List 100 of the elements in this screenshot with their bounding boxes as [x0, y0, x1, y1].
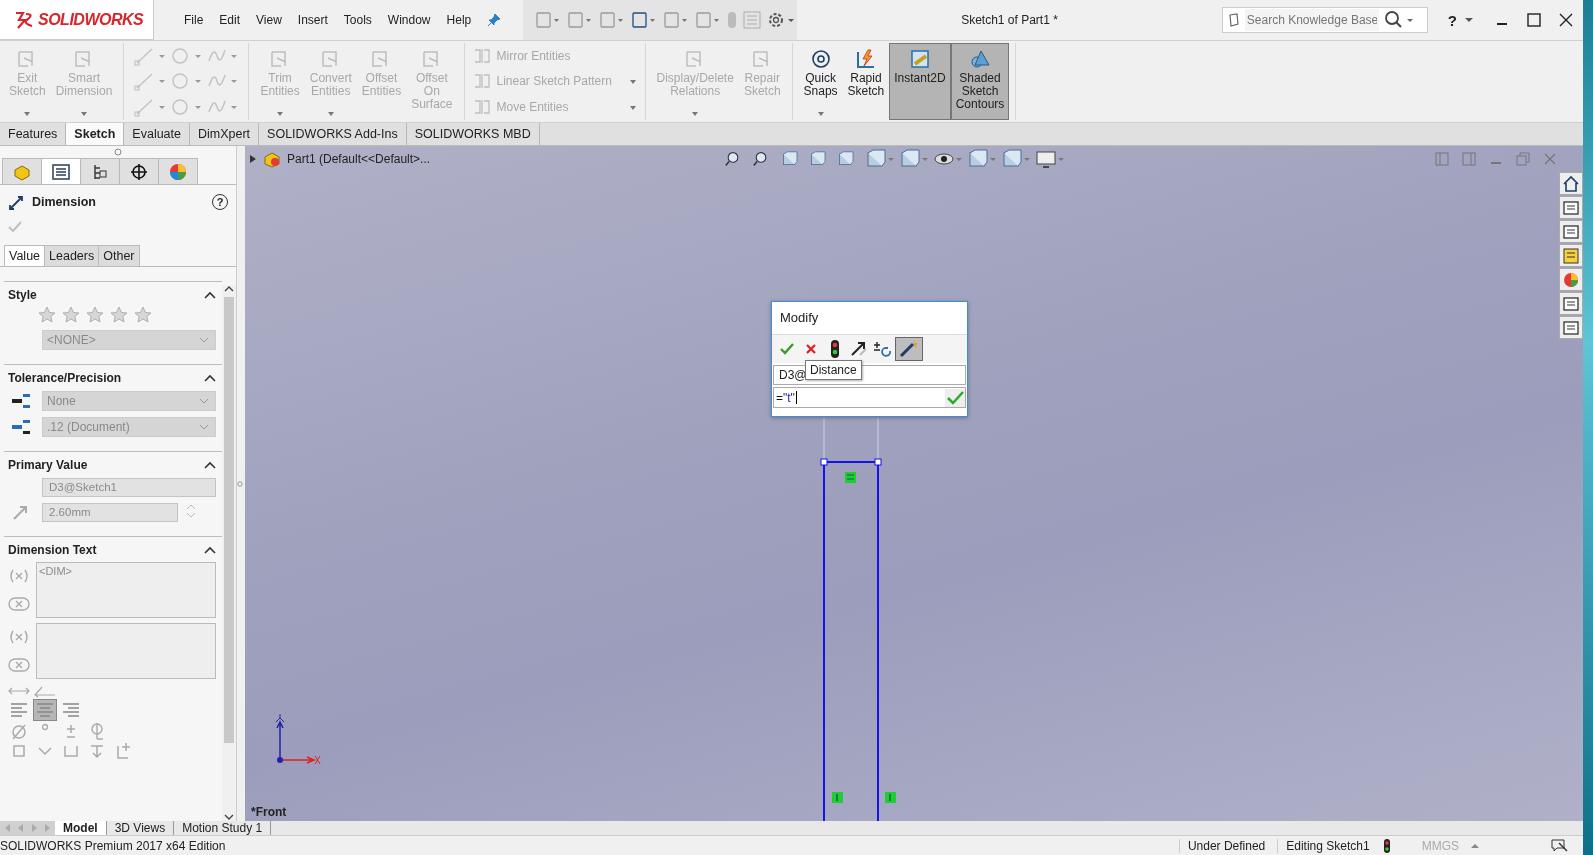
value-input-field[interactable]: ="t" [773, 387, 966, 408]
star-icon[interactable] [62, 306, 82, 324]
scrollbar[interactable] [222, 285, 236, 821]
toolbar-icon[interactable] [599, 11, 626, 29]
toolbar-icon[interactable] [663, 11, 690, 29]
status-text: Under Defined [1178, 838, 1266, 853]
axis-triad-drawing [275, 713, 321, 765]
scroll-thumb[interactable] [224, 297, 234, 743]
caret-icon[interactable] [1465, 17, 1473, 23]
collapse-icon[interactable] [204, 546, 216, 554]
chevron-down-icon [199, 424, 209, 430]
split-view-icon[interactable] [1435, 152, 1449, 166]
manager-tab[interactable] [119, 158, 159, 184]
panel-tab[interactable]: Other [98, 245, 140, 266]
arrow-icon[interactable] [34, 684, 56, 698]
horizontal-relation-icon[interactable] [845, 472, 856, 483]
caret-icon[interactable] [1471, 842, 1479, 849]
star-icon[interactable] [110, 306, 130, 324]
panel-tab[interactable]: Leaders [44, 245, 100, 266]
text-align-icon[interactable] [8, 700, 30, 720]
task-pane-tab[interactable] [1559, 220, 1583, 243]
list-icon [51, 162, 71, 181]
tree-item[interactable]: Part1 (Default<<Default>... [287, 152, 431, 166]
graphics-area[interactable]: Part1 (Default<<Default>... Modify D3@ ="t" Distance *Front [245, 146, 1583, 821]
parenthesis-icon[interactable] [8, 569, 30, 583]
task-pane-icon [1562, 294, 1580, 313]
caret-icon[interactable] [816, 112, 825, 117]
command-tab[interactable]: Sketch [66, 123, 125, 145]
view-label: *Front [251, 805, 287, 819]
text-align-icon[interactable] [60, 700, 82, 720]
basic-box-icon[interactable] [8, 658, 30, 672]
task-pane-icon [1562, 270, 1580, 289]
help-button[interactable]: ? [1447, 11, 1457, 29]
restore-icon[interactable] [1516, 152, 1530, 166]
ribbon-button[interactable]: Rapid Sketch [842, 43, 890, 120]
regenerate-icon[interactable] [872, 339, 894, 359]
menu-item[interactable]: Edit [211, 13, 249, 27]
book-icon [1226, 13, 1241, 27]
tool-icon [908, 48, 931, 70]
section-title: Tolerance/Precision [8, 371, 122, 385]
ribbon-button[interactable]: Quick Snaps [798, 43, 843, 120]
maximize-icon[interactable] [1527, 13, 1541, 27]
vertical-relation-icon[interactable] [885, 792, 896, 803]
chevron-down-icon [199, 337, 209, 343]
sketch-outline[interactable] [820, 458, 882, 821]
vertical-relation-icon[interactable] [832, 792, 843, 803]
traffic-light-icon[interactable] [1381, 838, 1392, 853]
text-align-icon[interactable] [34, 700, 56, 720]
list-icon[interactable] [743, 11, 762, 29]
expand-arrow-icon[interactable] [249, 154, 257, 164]
section-title: Primary Value [8, 458, 88, 472]
grip-icon[interactable] [114, 148, 122, 156]
check-icon[interactable] [945, 388, 965, 407]
tool-icon [809, 48, 832, 70]
task-pane-tab[interactable] [1559, 292, 1583, 315]
tool-icon [472, 73, 491, 90]
task-pane-tab[interactable] [1559, 172, 1583, 195]
app-logo[interactable]: SOLIDWORKS [0, 0, 154, 40]
menu-item[interactable]: View [248, 13, 290, 27]
dimension-icon [8, 193, 26, 211]
scroll-up-icon[interactable] [224, 285, 234, 293]
collapse-icon[interactable] [204, 461, 216, 469]
star-icon[interactable] [134, 306, 154, 324]
search-field[interactable]: Search Knowledge Base [1221, 7, 1428, 33]
split-view-icon[interactable] [1462, 152, 1476, 166]
task-pane-tab[interactable] [1559, 316, 1583, 339]
ribbon-button[interactable]: Shaded Sketch Contours [950, 43, 1010, 120]
parenthesis-icon[interactable] [8, 630, 30, 644]
magic-wand-icon[interactable] [896, 338, 922, 360]
toolbar-icon[interactable] [695, 11, 722, 29]
check-icon[interactable] [8, 221, 22, 233]
star-icon[interactable] [38, 306, 58, 324]
menu-item[interactable]: Insert [289, 13, 336, 27]
color-wheel-icon [168, 162, 188, 181]
toolbar-icon[interactable] [631, 11, 658, 29]
star-icon[interactable] [86, 306, 106, 324]
task-pane-icon [1562, 198, 1580, 217]
ribbon-button[interactable]: Instant2D [889, 43, 951, 120]
menu-item[interactable]: Help [438, 13, 480, 27]
task-pane-tab[interactable] [1559, 196, 1583, 219]
menu-item[interactable]: File [176, 13, 212, 27]
dimension-text-box[interactable] [36, 623, 216, 679]
status-text: Editing Sketch1 [1277, 838, 1370, 853]
basic-box-icon[interactable] [8, 597, 30, 611]
menu-item[interactable]: Window [379, 13, 439, 27]
chevron-down-icon [199, 398, 209, 404]
spin-button[interactable] [186, 503, 196, 519]
menu-item[interactable]: Tools [335, 13, 380, 27]
pin-icon[interactable] [487, 13, 502, 27]
task-pane-icon [1562, 318, 1580, 337]
scroll-down-icon[interactable] [224, 813, 234, 821]
chat-icon[interactable] [1551, 838, 1569, 853]
close-icon[interactable] [1559, 13, 1573, 27]
toolbar-icon[interactable] [535, 11, 562, 29]
collapse-icon[interactable] [204, 374, 216, 382]
model-tab[interactable]: Model [55, 821, 107, 835]
toolbar-icon[interactable] [567, 11, 594, 29]
collapse-icon[interactable] [204, 291, 216, 299]
status-text: SOLIDWORKS Premium 2017 x64 Edition [0, 838, 226, 853]
panel-tab[interactable]: Value [4, 245, 46, 266]
